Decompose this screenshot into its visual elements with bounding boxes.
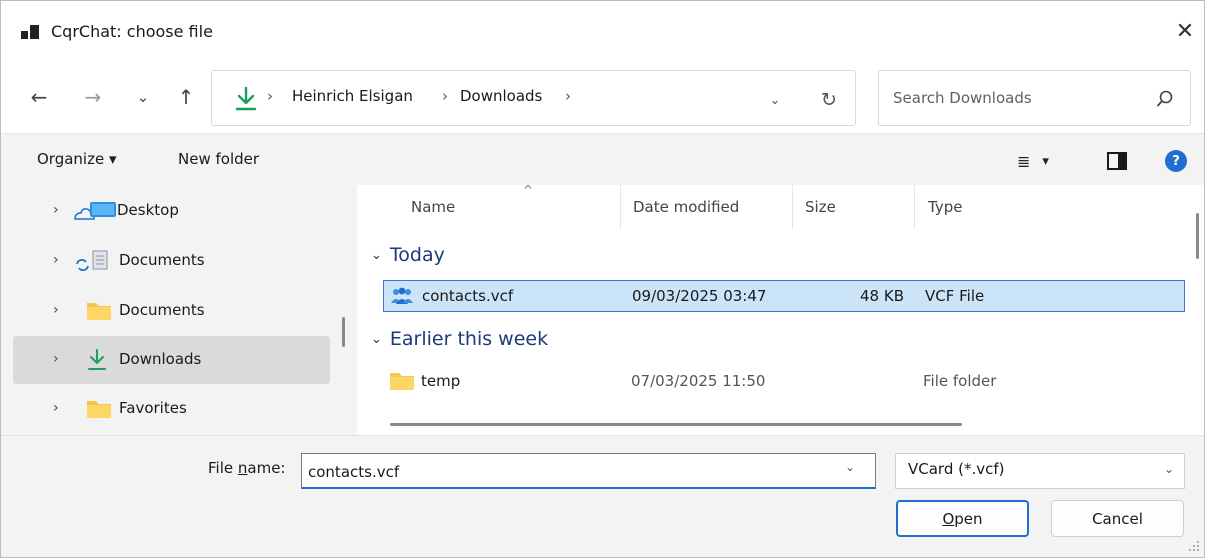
sidebar-item-label: Documents <box>119 251 205 269</box>
contacts-file-icon <box>391 287 413 304</box>
address-dropdown-icon[interactable]: ⌄ <box>760 85 790 115</box>
chevron-right-icon: › <box>53 202 59 218</box>
sidebar-item-favorites[interactable]: › Favorites <box>13 385 330 433</box>
sidebar-item-documents-onedrive[interactable]: › Documents <box>13 237 330 285</box>
close-button[interactable]: ✕ <box>1167 11 1203 51</box>
group-header-today[interactable]: ⌄ Today <box>371 240 445 270</box>
file-name: contacts.vcf <box>422 287 514 305</box>
chevron-down-icon: ⌄ <box>1164 462 1175 476</box>
chevron-down-icon[interactable]: ⌄ <box>845 460 855 474</box>
file-row-temp[interactable]: temp 07/03/2025 11:50 File folder <box>383 366 1185 398</box>
help-button[interactable]: ? <box>1165 150 1187 172</box>
folder-icon <box>87 303 111 320</box>
navigation-bar: ← → ⌄ ↑ › Heinrich Elsigan › Downloads ›… <box>1 63 1204 133</box>
horizontal-scrollbar[interactable] <box>390 423 962 426</box>
list-view-icon: ≣ <box>1017 151 1031 171</box>
column-header-date[interactable]: Date modified <box>620 185 792 229</box>
file-type: File folder <box>923 372 997 390</box>
search-input[interactable] <box>893 85 1143 111</box>
dialog-footer: File name: ⌄ VCard (*.vcf) ⌄ Open Cancel <box>1 435 1204 557</box>
column-header-label: Size <box>805 198 836 216</box>
chevron-right-icon: › <box>53 351 59 367</box>
column-header-type[interactable]: Type <box>914 185 1185 229</box>
folder-icon <box>87 401 111 418</box>
column-header-size[interactable]: Size <box>792 185 914 229</box>
sidebar-item-downloads[interactable]: › Downloads <box>13 336 330 384</box>
download-icon <box>88 349 106 370</box>
breadcrumb-separator: › <box>267 87 273 105</box>
new-folder-button[interactable]: New folder <box>178 150 259 168</box>
column-header-name[interactable]: Name ^ <box>383 185 620 229</box>
breadcrumb-separator: › <box>442 87 448 105</box>
column-header-label: Date modified <box>633 198 740 216</box>
resize-grip-icon[interactable] <box>1188 540 1200 552</box>
file-type-value: VCard (*.vcf) <box>908 460 1005 478</box>
recent-locations-button[interactable]: ⌄ <box>126 77 160 117</box>
sidebar-item-label: Downloads <box>119 350 202 368</box>
vertical-scrollbar[interactable] <box>1196 213 1199 259</box>
chevron-right-icon: › <box>53 302 59 318</box>
file-date: 07/03/2025 11:50 <box>631 372 766 390</box>
file-name: temp <box>421 372 461 390</box>
cancel-button[interactable]: Cancel <box>1051 500 1184 537</box>
sync-documents-icon <box>76 250 108 271</box>
column-headers: Name ^ Date modified Size Type <box>363 185 1185 229</box>
sidebar-item-desktop[interactable]: › Desktop <box>13 187 330 235</box>
chevron-down-icon: ⌄ <box>371 331 382 347</box>
group-label: Today <box>389 244 445 266</box>
file-type: VCF File <box>925 287 985 305</box>
file-name-label: File name: <box>208 459 286 477</box>
toolbar: Organize ▾ New folder ≣ ▾ ? <box>1 133 1204 185</box>
file-size: 48 KB <box>860 287 904 305</box>
file-date: 09/03/2025 03:47 <box>632 287 767 305</box>
download-icon <box>235 86 257 111</box>
file-dialog: CqrChat: choose file ✕ ← → ⌄ ↑ › Heinric… <box>0 0 1205 558</box>
forward-button[interactable]: → <box>76 77 110 117</box>
open-button[interactable]: Open <box>896 500 1029 537</box>
address-bar[interactable]: › Heinrich Elsigan › Downloads › ⌄ ↻ <box>211 70 856 126</box>
title-bar: CqrChat: choose file ✕ <box>1 1 1204 63</box>
sidebar-item-documents[interactable]: › Documents <box>13 287 330 335</box>
refresh-button[interactable]: ↻ <box>812 83 846 117</box>
onedrive-desktop-icon <box>74 202 116 220</box>
sidebar-item-label: Favorites <box>119 399 187 417</box>
window-title: CqrChat: choose file <box>51 22 213 41</box>
chevron-right-icon: › <box>53 400 59 416</box>
sidebar-scrollbar[interactable] <box>342 317 345 347</box>
chevron-down-icon: ⌄ <box>371 247 382 263</box>
file-type-select[interactable]: VCard (*.vcf) ⌄ <box>895 453 1185 489</box>
preview-pane-button[interactable] <box>1107 152 1127 170</box>
group-header-earlier-this-week[interactable]: ⌄ Earlier this week <box>371 324 548 354</box>
breadcrumb-item[interactable]: Downloads <box>460 87 542 105</box>
file-list: Name ^ Date modified Size Type ⌄ Today c… <box>363 185 1204 435</box>
group-label: Earlier this week <box>389 328 549 350</box>
organize-button[interactable]: Organize ▾ <box>37 150 117 168</box>
breadcrumb-separator: › <box>565 87 571 105</box>
navigation-pane: › Desktop › Documents › Documents › Down… <box>1 185 357 435</box>
app-icon <box>21 23 39 41</box>
sidebar-item-label: Documents <box>119 301 205 319</box>
column-header-label: Type <box>928 198 963 216</box>
back-button[interactable]: ← <box>22 77 56 117</box>
search-icon <box>1157 90 1173 107</box>
file-name-combobox[interactable]: ⌄ <box>301 453 876 489</box>
search-box[interactable] <box>878 70 1191 126</box>
sidebar-item-label: Desktop <box>117 201 179 219</box>
breadcrumb-item[interactable]: Heinrich Elsigan <box>292 87 413 105</box>
up-button[interactable]: ↑ <box>169 77 203 117</box>
column-header-label: Name <box>411 198 456 216</box>
chevron-down-icon: ▾ <box>1042 153 1049 169</box>
file-name-input[interactable] <box>308 461 828 483</box>
file-row-contacts[interactable]: contacts.vcf 09/03/2025 03:47 48 KB VCF … <box>383 280 1185 312</box>
change-view-button[interactable]: ≣ ▾ <box>1017 148 1081 174</box>
sort-ascending-icon: ^ <box>523 185 534 197</box>
folder-icon <box>390 373 414 390</box>
chevron-right-icon: › <box>53 252 59 268</box>
